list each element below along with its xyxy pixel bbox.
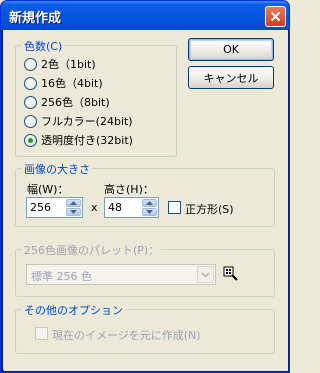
radio-label: 透明度付き(32bit) xyxy=(41,134,133,147)
spin-up-button[interactable] xyxy=(66,199,81,207)
new-image-dialog: 新規作成 色数(C) 2色（1bit) 16色（4bit) 256色（8bit) xyxy=(0,0,290,373)
cancel-button[interactable]: キャンセル xyxy=(188,66,274,89)
ok-button[interactable]: OK xyxy=(188,38,274,61)
color-depth-group-label: 色数(C) xyxy=(22,38,65,54)
image-size-group: 画像の大きさ 幅(W)： 高さ(H)： 256 x 48 正方形(S) xyxy=(15,161,275,227)
radio-indicator xyxy=(24,95,37,109)
chevron-down-icon xyxy=(201,271,210,278)
square-label[interactable]: 正方形(S) xyxy=(185,201,234,217)
close-button[interactable] xyxy=(265,6,286,27)
palette-group-label: 256色画像のパレット(P)： xyxy=(22,242,162,258)
radio-16color[interactable]: 16色（4bit) xyxy=(24,75,103,91)
radio-transparent[interactable]: 透明度付き(32bit) xyxy=(24,132,133,148)
radio-2color[interactable]: 2色（1bit) xyxy=(24,56,96,72)
radio-256color[interactable]: 256色（8bit) xyxy=(24,94,110,110)
times-sign: x xyxy=(91,201,98,214)
radio-indicator xyxy=(24,76,37,90)
spin-up-button[interactable] xyxy=(142,199,157,207)
height-spinner[interactable] xyxy=(142,199,157,216)
radio-indicator xyxy=(24,133,37,147)
other-options-group-label: その他のオプション xyxy=(22,302,125,318)
window-title: 新規作成 xyxy=(9,11,62,26)
create-from-current-label: 現在のイメージを元に作成(N) xyxy=(52,329,201,342)
height-label: 高さ(H)： xyxy=(104,183,154,196)
arrow-up-icon xyxy=(146,201,153,205)
spin-down-button[interactable] xyxy=(66,208,81,216)
arrow-down-icon xyxy=(146,210,153,214)
radio-label: 256色（8bit) xyxy=(41,96,110,109)
close-icon xyxy=(270,11,281,22)
palette-select[interactable]: 標準 256 色 xyxy=(26,264,216,285)
create-from-current-checkbox[interactable] xyxy=(35,327,48,340)
image-size-group-label: 画像の大きさ xyxy=(22,161,92,177)
arrow-down-icon xyxy=(70,210,77,214)
radio-indicator xyxy=(24,57,37,71)
magnifier-icon xyxy=(223,266,238,281)
arrow-up-icon xyxy=(70,201,77,205)
color-depth-group: 色数(C) 2色（1bit) 16色（4bit) 256色（8bit) フルカラ… xyxy=(15,38,177,157)
palette-dropdown-button[interactable] xyxy=(197,266,214,283)
radio-label: 2色（1bit) xyxy=(41,58,96,71)
width-spinner[interactable] xyxy=(66,199,81,216)
palette-group: 256色画像のパレット(P)： 標準 256 色 xyxy=(15,242,275,297)
radio-label: 16色（4bit) xyxy=(41,77,103,90)
title-bar[interactable]: 新規作成 xyxy=(1,1,289,30)
width-value: 256 xyxy=(30,201,51,214)
palette-select-value: 標準 256 色 xyxy=(31,270,92,283)
radio-fullcolor[interactable]: フルカラー(24bit) xyxy=(24,113,133,129)
radio-indicator xyxy=(24,114,37,128)
ok-button-label: OK xyxy=(223,43,239,56)
palette-preview-button[interactable] xyxy=(223,266,239,282)
width-label: 幅(W)： xyxy=(27,183,69,196)
square-checkbox[interactable] xyxy=(168,201,181,214)
radio-label: フルカラー(24bit) xyxy=(41,115,133,128)
spin-down-button[interactable] xyxy=(142,208,157,216)
height-input[interactable]: 48 xyxy=(104,197,159,218)
width-input[interactable]: 256 xyxy=(26,197,83,218)
other-options-group: その他のオプション 現在のイメージを元に作成(N) xyxy=(15,302,275,354)
dialog-body: 色数(C) 2色（1bit) 16色（4bit) 256色（8bit) フルカラ… xyxy=(4,30,288,371)
height-value: 48 xyxy=(108,201,122,214)
cancel-button-label: キャンセル xyxy=(203,71,259,85)
